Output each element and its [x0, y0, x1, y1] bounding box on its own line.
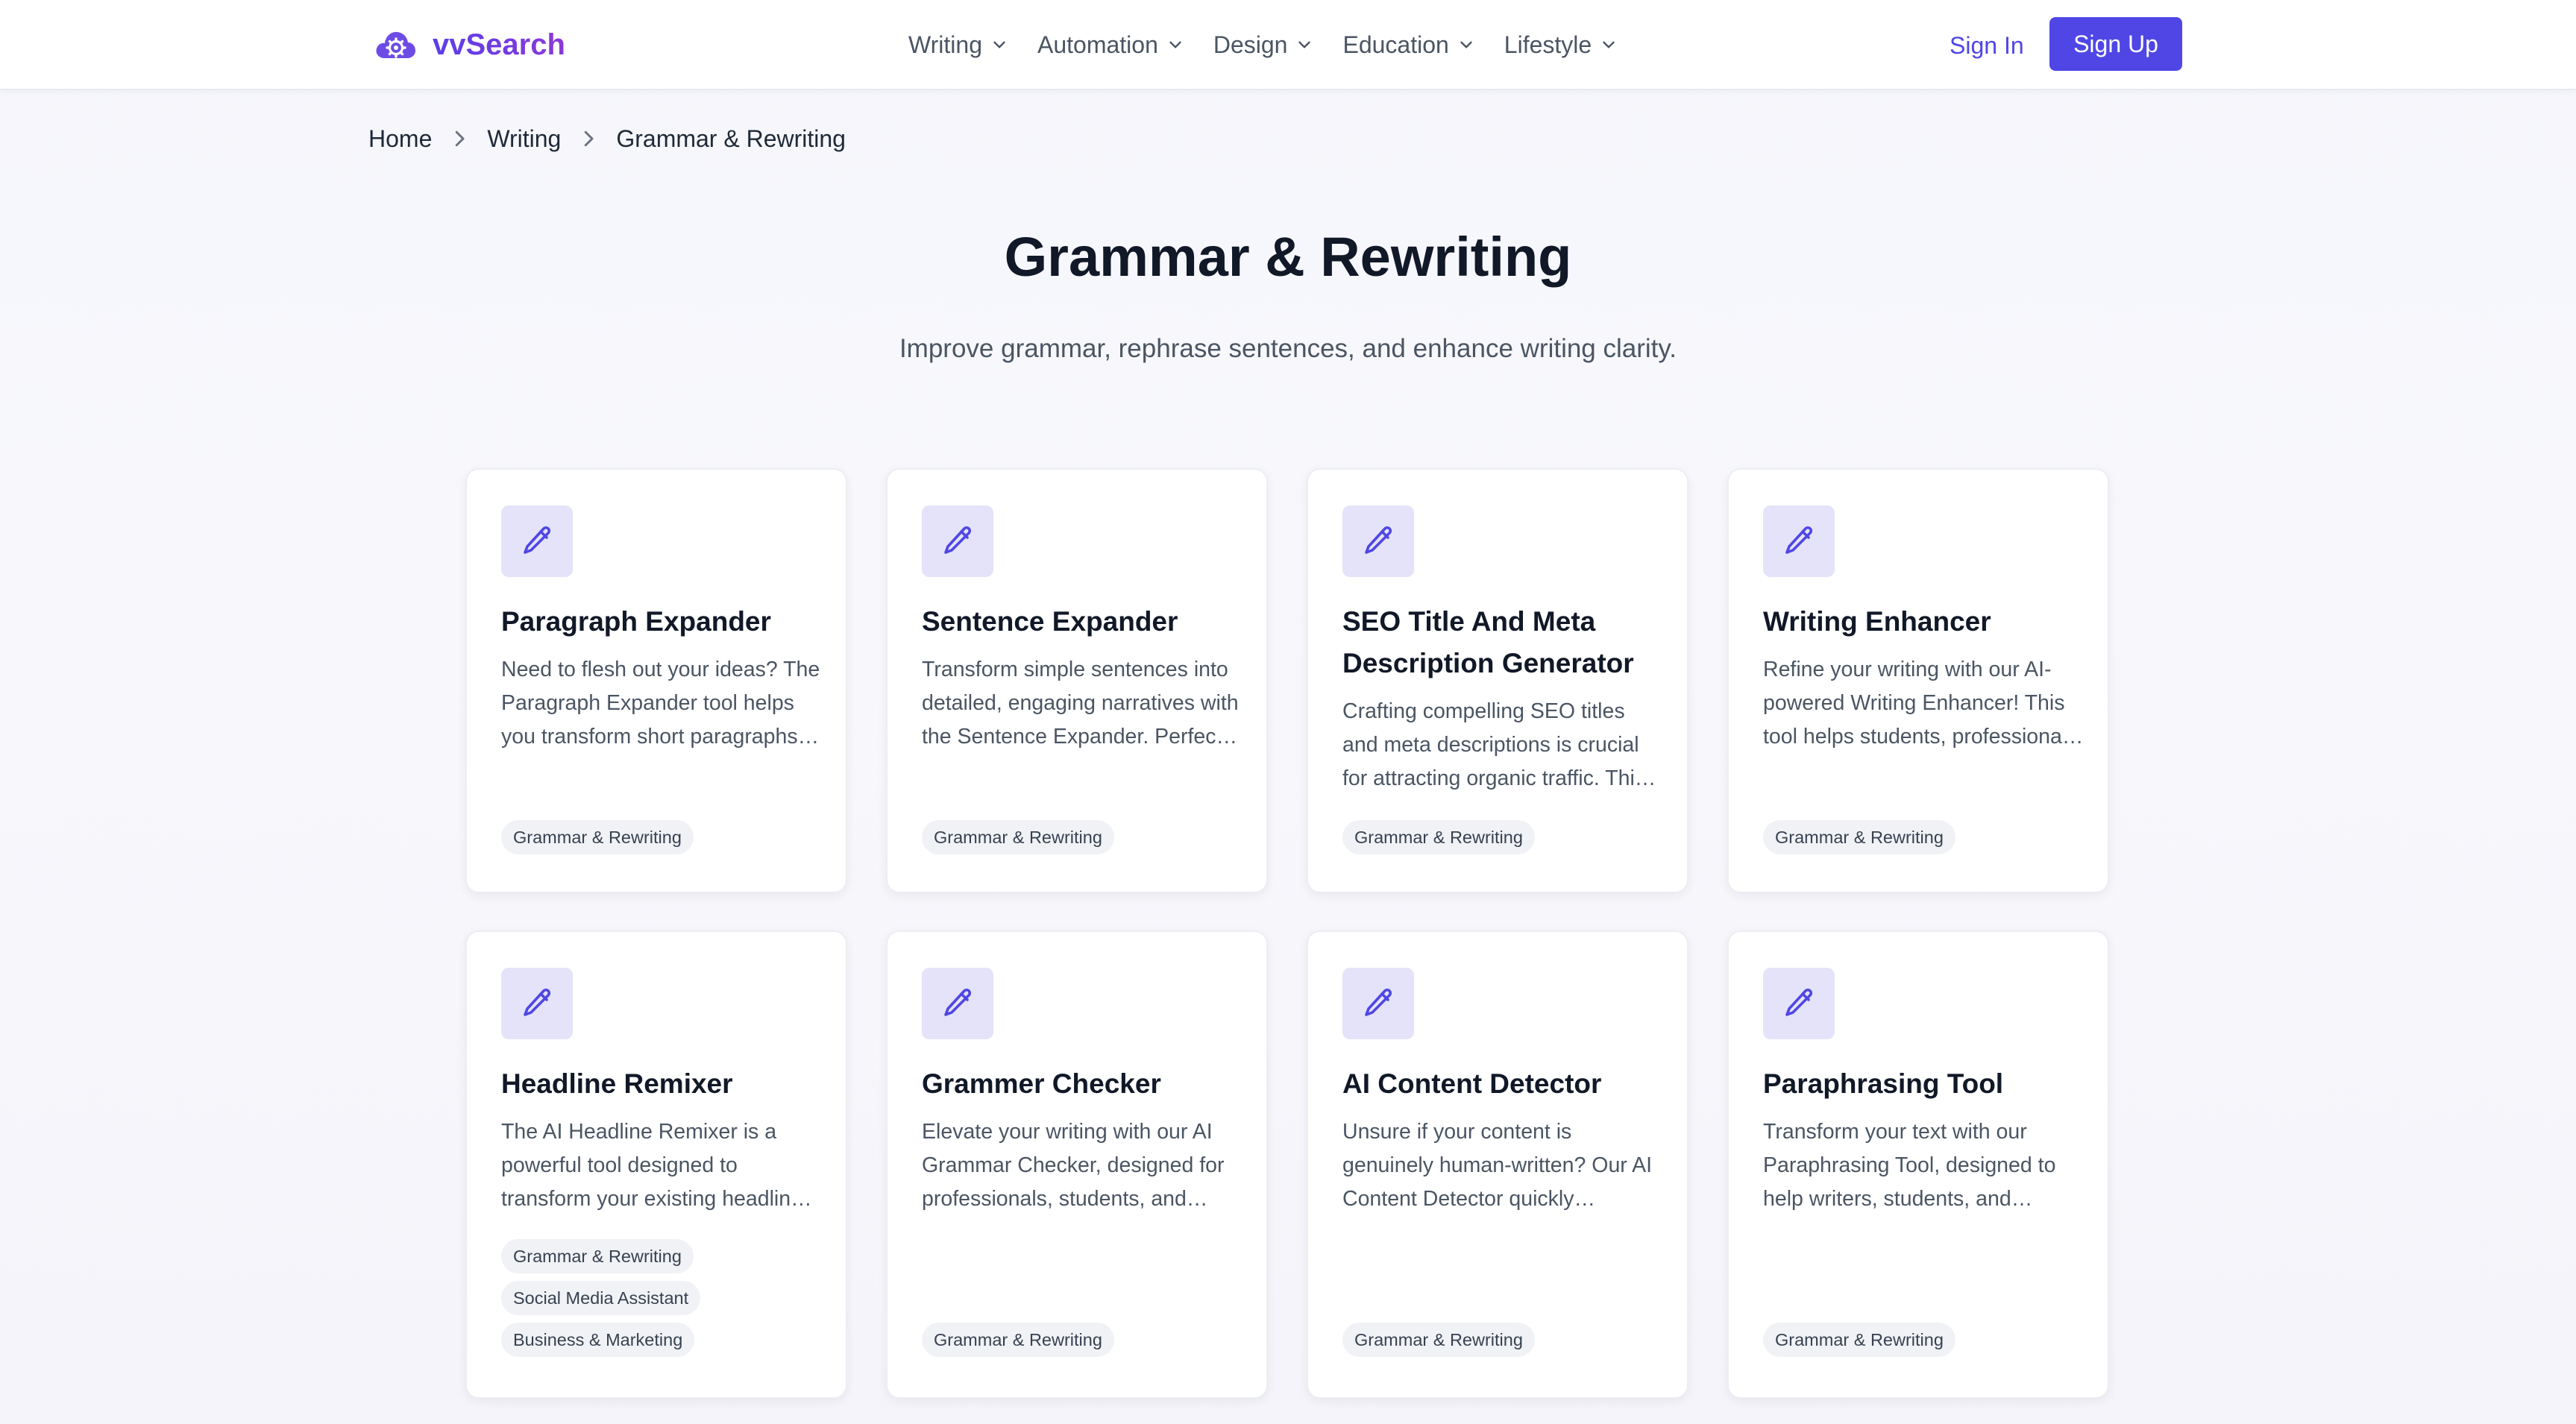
chevron-down-icon	[1460, 41, 1472, 48]
breadcrumb-current: Grammar & Rewriting	[616, 125, 846, 152]
card-tags: Grammar & Rewriting	[501, 820, 694, 862]
page-title: Grammar & Rewriting	[1004, 226, 1572, 288]
card-title: Writing Enhancer	[1763, 606, 1991, 637]
pencil-icon	[1365, 526, 1392, 554]
card-icon-box	[1763, 505, 1835, 577]
top-navbar: vvSearch Writing Automation Design Educa…	[0, 0, 2576, 90]
card-icon-box	[501, 505, 573, 577]
pencil-icon	[944, 988, 972, 1016]
card-icon-box	[501, 968, 573, 1039]
brand-name: vvSearch	[433, 28, 565, 61]
tag-chip[interactable]: Social Media Assistant	[501, 1281, 701, 1315]
tag-chip[interactable]: Grammar & Rewriting	[501, 820, 694, 854]
card-icon-box	[1342, 505, 1414, 577]
tool-card[interactable]: Paraphrasing Tool Transform your text wi…	[1727, 930, 2109, 1399]
tool-card[interactable]: Sentence Expander Transform simple sente…	[886, 468, 1268, 893]
chevron-down-icon	[1298, 41, 1311, 48]
pencil-icon	[524, 988, 551, 1016]
card-tags: Grammar & Rewriting	[1342, 1323, 1535, 1364]
tag-chip[interactable]: Grammar & Rewriting	[922, 820, 1114, 854]
card-title: Paragraph Expander	[501, 606, 771, 637]
nav-automation[interactable]: Automation	[1037, 31, 1185, 59]
tool-card[interactable]: AI Content Detector Unsure if your conte…	[1307, 930, 1688, 1399]
main-nav: Writing Automation Design Education Life…	[908, 22, 1647, 67]
nav-education[interactable]: Education	[1342, 31, 1475, 59]
chevron-right-icon	[448, 127, 471, 150]
pencil-icon	[1365, 988, 1392, 1016]
tag-chip[interactable]: Grammar & Rewriting	[1342, 1323, 1535, 1357]
tag-chip[interactable]: Grammar & Rewriting	[1763, 820, 1955, 854]
brand-logo[interactable]: vvSearch	[374, 22, 565, 67]
tool-card[interactable]: Paragraph Expander Need to flesh out you…	[465, 468, 847, 893]
chevron-down-icon	[993, 41, 1005, 48]
card-description: Transform simple sentences into detailed…	[922, 658, 1239, 749]
tag-chip[interactable]: Grammar & Rewriting	[501, 1239, 694, 1273]
page-subtitle: Improve grammar, rephrase sentences, and…	[899, 334, 1677, 363]
card-tags: Grammar & Rewriting	[1342, 820, 1535, 862]
tag-chip[interactable]: Grammar & Rewriting	[922, 1323, 1114, 1357]
card-tags: Grammar & Rewriting	[1763, 1323, 1955, 1364]
nav-label: Writing	[908, 31, 982, 58]
card-icon-box	[1342, 968, 1414, 1039]
nav-lifestyle[interactable]: Lifestyle	[1504, 31, 1618, 59]
nav-label: Education	[1342, 31, 1449, 58]
card-title: Sentence Expander	[922, 606, 1178, 637]
pencil-icon	[1785, 526, 1813, 554]
card-description: Transform your text with our Paraphrasin…	[1763, 1120, 2056, 1211]
card-tags: Grammar & Rewriting	[1763, 820, 1955, 862]
breadcrumb-writing[interactable]: Writing	[487, 125, 561, 153]
card-title: Grammer Checker	[922, 1068, 1161, 1099]
card-icon-box	[922, 968, 993, 1039]
breadcrumb-home[interactable]: Home	[368, 125, 432, 153]
card-tags: Grammar & Rewriting Social Media Assista…	[501, 1239, 701, 1364]
card-description: Elevate your writing with our AI Grammar…	[922, 1120, 1225, 1211]
card-icon-box	[1763, 968, 1835, 1039]
pencil-icon	[1785, 988, 1813, 1016]
nav-label: Lifestyle	[1504, 31, 1592, 58]
card-title: SEO Title And Meta Description Generator	[1342, 606, 1634, 678]
tool-card[interactable]: Grammer Checker Elevate your writing wit…	[886, 930, 1268, 1399]
card-title: Paraphrasing Tool	[1763, 1068, 2004, 1099]
chevron-down-icon	[1603, 41, 1615, 48]
card-title: Headline Remixer	[501, 1068, 733, 1099]
cloud-gear-icon	[376, 31, 415, 58]
tool-card-grid: Paragraph Expander Need to flesh out you…	[465, 468, 2111, 1424]
card-title: AI Content Detector	[1342, 1068, 1602, 1099]
tool-card[interactable]: Writing Enhancer Refine your writing wit…	[1727, 468, 2109, 893]
card-icon-box	[922, 505, 993, 577]
card-tags: Grammar & Rewriting	[922, 820, 1114, 862]
sign-up-button[interactable]: Sign Up	[2049, 17, 2182, 71]
card-description: Refine your writing with our AI-powered …	[1763, 658, 2078, 749]
card-description: Unsure if your content is genuinely huma…	[1342, 1120, 1653, 1211]
chevron-down-icon	[1169, 41, 1181, 48]
card-description: Need to flesh out your ideas? The Paragr…	[501, 658, 820, 749]
breadcrumb: Home Writing Grammar & Rewriting	[368, 119, 846, 158]
card-tags: Grammar & Rewriting	[922, 1323, 1114, 1364]
sign-in-link[interactable]: Sign In	[1950, 24, 2024, 67]
chevron-right-icon	[577, 127, 600, 150]
nav-label: Design	[1213, 31, 1288, 58]
tag-chip[interactable]: Grammar & Rewriting	[1763, 1323, 1955, 1357]
nav-label: Automation	[1037, 31, 1158, 58]
pencil-icon	[944, 526, 972, 554]
tool-card[interactable]: SEO Title And Meta Description Generator…	[1307, 468, 1688, 893]
nav-writing[interactable]: Writing	[908, 31, 1009, 59]
nav-design[interactable]: Design	[1213, 31, 1315, 59]
card-description: Crafting compelling SEO titles and meta …	[1342, 699, 1646, 790]
tool-card[interactable]: Headline Remixer The AI Headline Remixer…	[465, 930, 847, 1399]
card-description: The AI Headline Remixer is a powerful to…	[501, 1120, 814, 1211]
pencil-icon	[524, 526, 551, 554]
tag-chip[interactable]: Business & Marketing	[501, 1323, 695, 1357]
tag-chip[interactable]: Grammar & Rewriting	[1342, 820, 1535, 854]
